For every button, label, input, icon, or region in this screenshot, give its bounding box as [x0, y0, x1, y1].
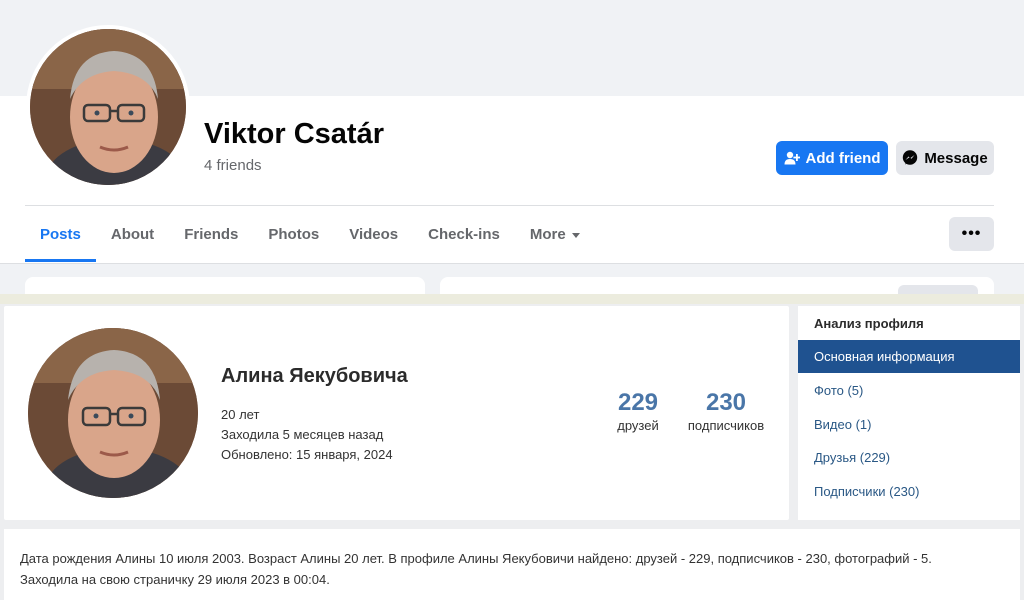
add-friend-button[interactable]: Add friend	[776, 141, 888, 175]
followers-stat-label: подписчиков	[687, 418, 765, 433]
profile-name: Viktor Csatár	[204, 118, 384, 150]
side-item-label: Основная информация	[814, 349, 955, 364]
side-item-label: Друзья (229)	[814, 450, 891, 465]
more-options-icon: •••	[961, 225, 982, 242]
tab-posts[interactable]: Posts	[25, 206, 96, 262]
tab-check-ins[interactable]: Check-ins	[413, 206, 515, 262]
more-options-button[interactable]: •••	[949, 217, 994, 251]
tab-label: Check-ins	[428, 225, 500, 243]
updated-text: Обновлено: 15 января, 2024	[221, 447, 393, 462]
profile-tabs: Posts About Friends Photos Videos Check-…	[25, 206, 595, 262]
tab-label: Photos	[268, 225, 320, 243]
side-item-followers[interactable]: Подписчики (230)	[798, 475, 1020, 508]
side-item-basic-info[interactable]: Основная информация	[798, 340, 1020, 373]
analysis-profile-card: Алина Яекубовича 20 лет Заходила 5 месяц…	[4, 306, 789, 520]
side-item-photos[interactable]: Фото (5)	[798, 374, 1020, 407]
side-item-label: Подписчики (230)	[814, 484, 920, 499]
friends-stat-label: друзей	[617, 418, 659, 433]
caret-down-icon	[571, 232, 580, 238]
message-button[interactable]: Message	[896, 141, 994, 175]
analysis-name: Алина Яекубовича	[221, 365, 408, 387]
tab-label: Friends	[184, 225, 239, 243]
profile-avatar[interactable]	[26, 25, 190, 189]
analysis-side-menu: Анализ профиля Основная информация Фото …	[798, 306, 1020, 520]
side-item-label: Фото (5)	[814, 383, 864, 398]
bio-line-1: Дата рождения Алины 10 июля 2003. Возрас…	[20, 551, 932, 566]
tab-photos[interactable]: Photos	[253, 206, 334, 262]
tab-label: About	[110, 225, 155, 243]
side-item-friends[interactable]: Друзья (229)	[798, 441, 1020, 474]
add-friend-label: Add friend	[805, 149, 881, 167]
tab-friends[interactable]: Friends	[169, 206, 253, 262]
messenger-icon	[902, 150, 918, 166]
friends-count[interactable]: 4 friends	[204, 157, 262, 174]
analysis-avatar	[28, 328, 198, 498]
age-text: 20 лет	[221, 407, 260, 422]
friends-stat-value: 229	[617, 389, 659, 416]
add-friend-icon	[784, 151, 800, 165]
bio-card: Дата рождения Алины 10 июля 2003. Возрас…	[4, 529, 1020, 600]
followers-stat[interactable]: 230 подписчиков	[678, 389, 774, 434]
friends-stat[interactable]: 229 друзей	[608, 389, 668, 434]
side-item-videos[interactable]: Видео (1)	[798, 408, 1020, 441]
bio-line-2: Заходила на свою страничку 29 июля 2023 …	[20, 572, 330, 587]
side-item-label: Видео (1)	[814, 417, 872, 432]
side-menu-title: Анализ профиля	[814, 316, 924, 331]
followers-stat-value: 230	[705, 389, 747, 416]
tab-label: Videos	[349, 225, 399, 243]
tab-about[interactable]: About	[96, 206, 169, 262]
tab-videos[interactable]: Videos	[334, 206, 413, 262]
tab-more[interactable]: More	[515, 206, 595, 262]
message-label: Message	[924, 149, 988, 167]
tab-label: More	[529, 225, 566, 243]
last-seen-text: Заходила 5 месяцев назад	[221, 427, 384, 442]
tab-label: Posts	[40, 225, 81, 243]
